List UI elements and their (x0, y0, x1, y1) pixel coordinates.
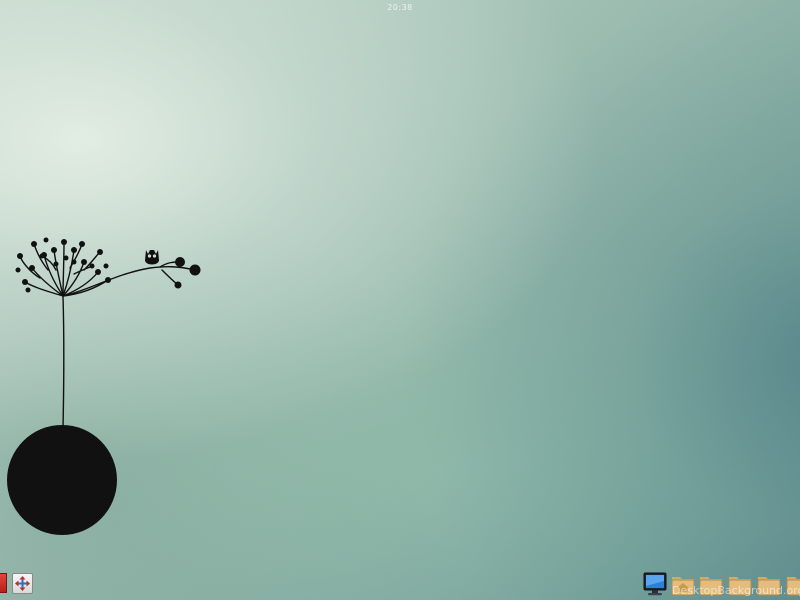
desktop[interactable]: 20:38 DesktopBackground.org (0, 0, 800, 600)
move-arrows-icon (15, 576, 30, 591)
panel-red-button[interactable] (0, 573, 7, 593)
folder-icon[interactable] (786, 572, 800, 596)
folder-icon[interactable] (728, 572, 752, 596)
move-arrows-button[interactable] (12, 573, 33, 594)
home-folder-icon[interactable] (671, 572, 695, 596)
folder-icon[interactable] (757, 572, 781, 596)
clock: 20:38 (387, 3, 413, 12)
dock (640, 570, 800, 600)
monitor-icon[interactable] (643, 572, 667, 596)
folder-icon[interactable] (699, 572, 723, 596)
tree-owl-wallpaper-art (7, 237, 201, 535)
